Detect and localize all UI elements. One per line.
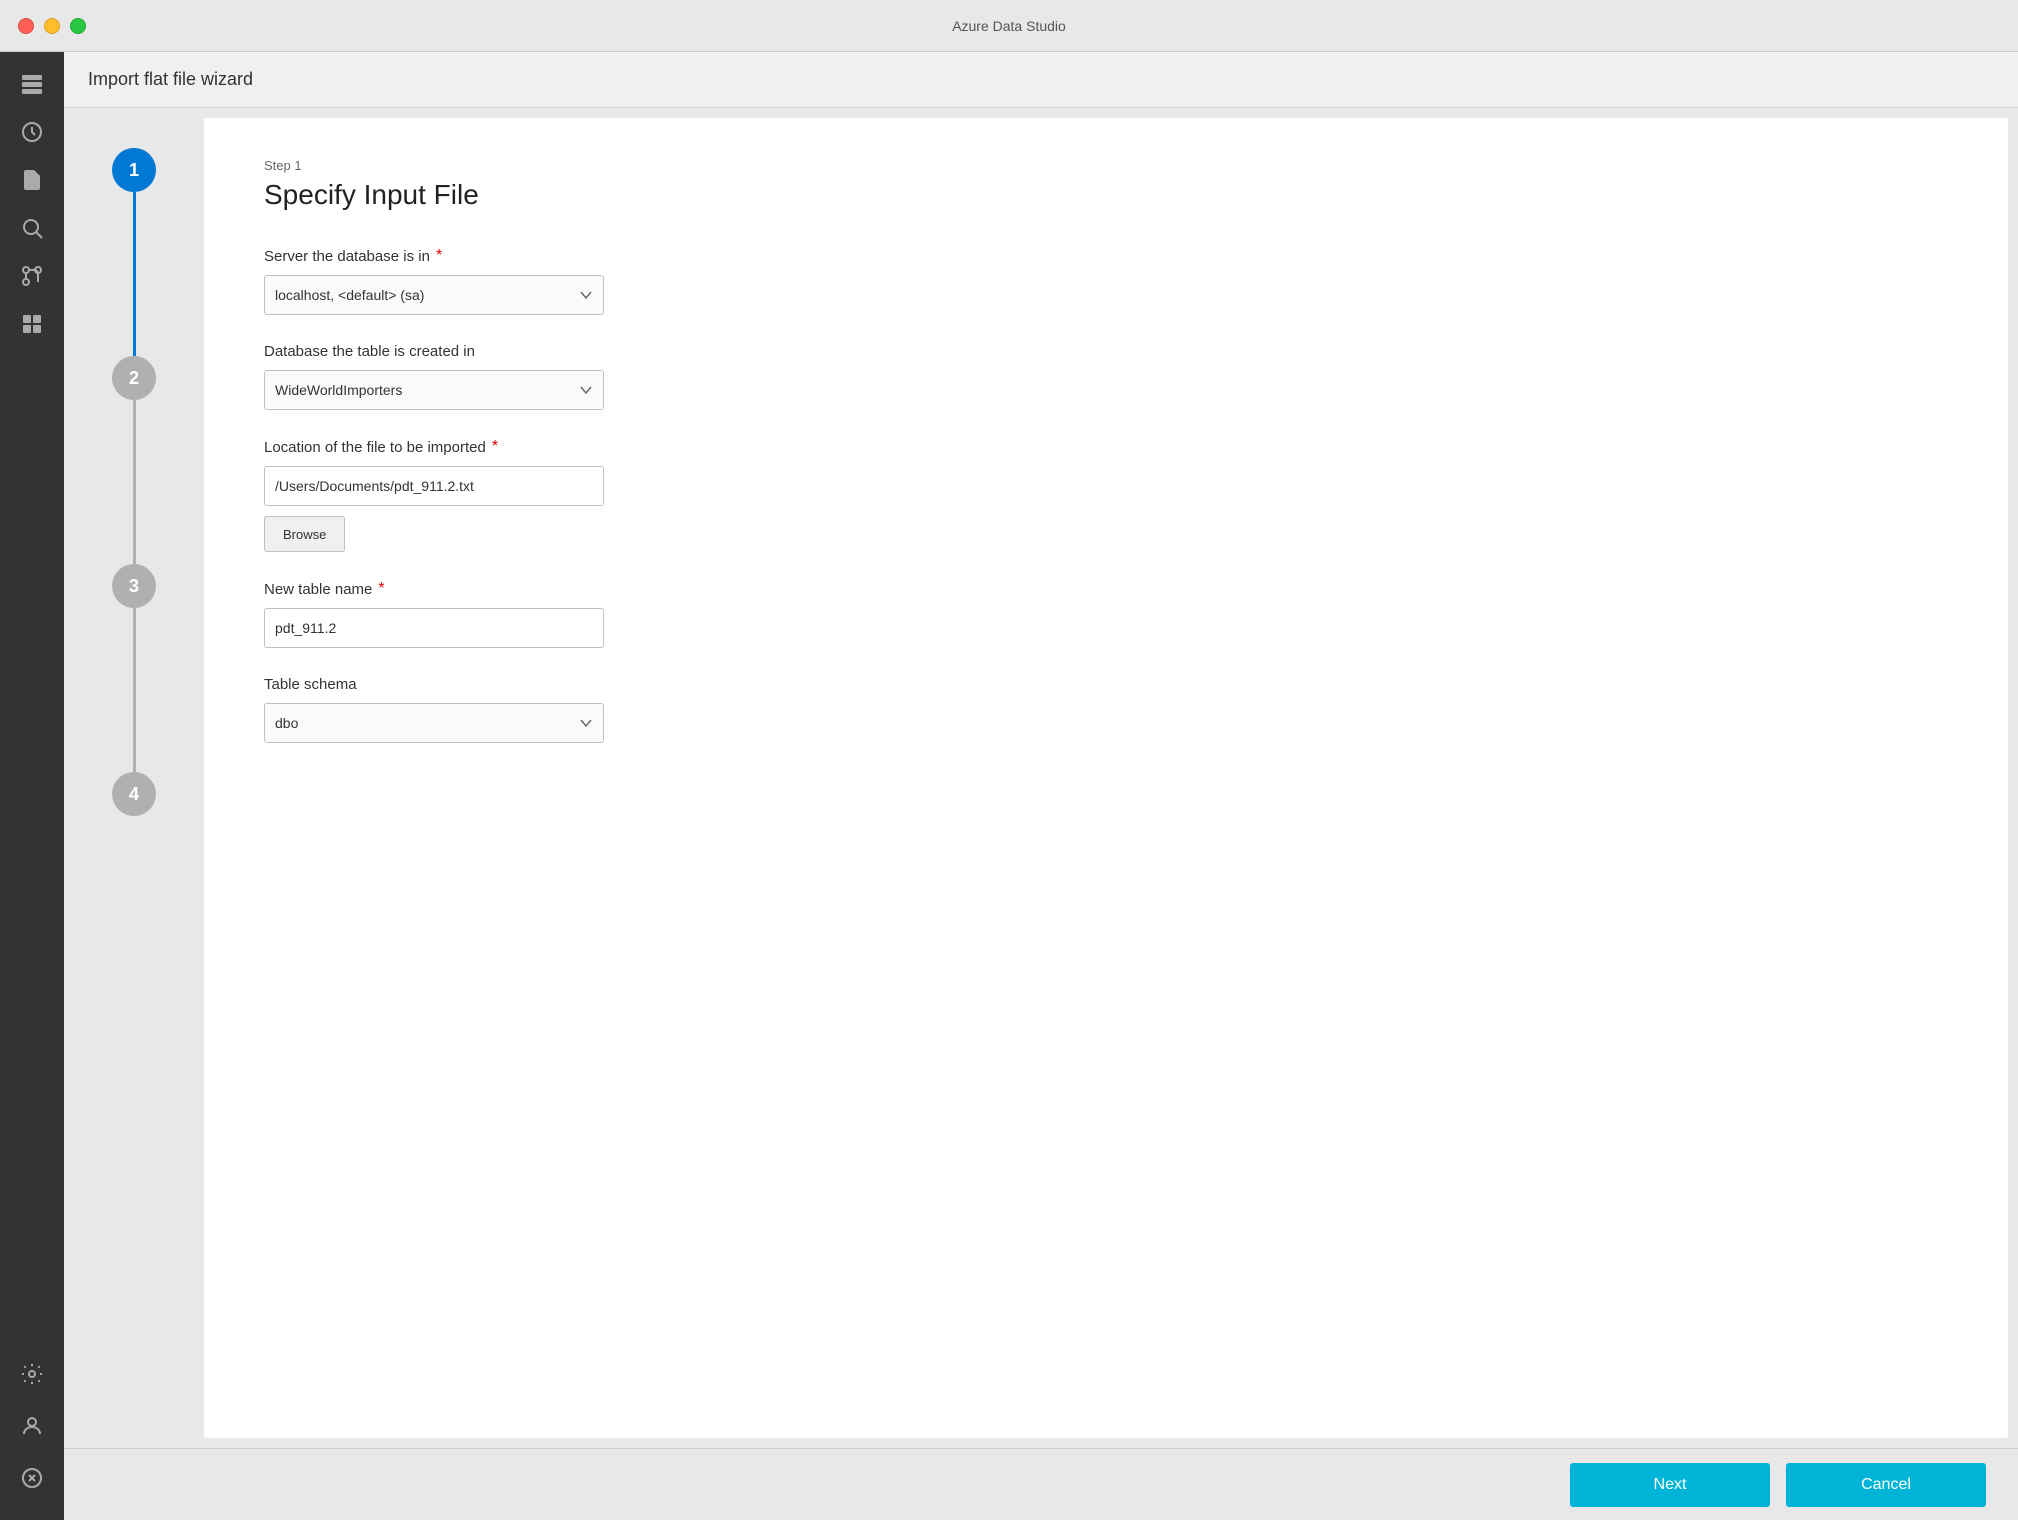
schema-field-group: Table schema dbo [264, 676, 1948, 743]
server-required-star: * [436, 247, 442, 265]
step-4-circle: 4 [112, 772, 156, 816]
server-field-group: Server the database is in * localhost, <… [264, 247, 1948, 315]
step-line-2-3 [133, 400, 136, 564]
window-controls[interactable] [18, 18, 86, 34]
step-title: Specify Input File [264, 179, 1948, 211]
app-container: Import flat file wizard 1 2 [0, 52, 2018, 1520]
file-location-label: Location of the file to be imported * [264, 438, 1948, 456]
sidebar-bottom [10, 1352, 54, 1520]
sidebar-icon-search[interactable] [10, 206, 54, 250]
next-button[interactable]: Next [1570, 1463, 1770, 1507]
file-location-field-group: Location of the file to be imported * Br… [264, 438, 1948, 552]
step-3-circle: 3 [112, 564, 156, 608]
sidebar [0, 52, 64, 1520]
cancel-button[interactable]: Cancel [1786, 1463, 1986, 1507]
maximize-button[interactable] [70, 18, 86, 34]
sidebar-icon-error[interactable] [10, 1456, 54, 1500]
step-2-circle: 2 [112, 356, 156, 400]
new-table-field-group: New table name * [264, 580, 1948, 648]
step-line-1-2 [133, 192, 136, 356]
database-label: Database the table is created in [264, 343, 1948, 360]
step-line-3-4 [133, 608, 136, 772]
sidebar-icon-history[interactable] [10, 110, 54, 154]
minimize-button[interactable] [44, 18, 60, 34]
file-location-input[interactable] [264, 466, 604, 506]
sidebar-icon-settings[interactable] [10, 1352, 54, 1396]
step-2: 2 [112, 356, 156, 564]
wizard-panel: Step 1 Specify Input File Server the dat… [204, 118, 2008, 1438]
server-select[interactable]: localhost, <default> (sa) [264, 275, 604, 315]
schema-label: Table schema [264, 676, 1948, 693]
app-title: Azure Data Studio [952, 18, 1066, 34]
step-3: 3 [112, 564, 156, 772]
new-table-label: New table name * [264, 580, 1948, 598]
file-location-required-star: * [492, 438, 498, 456]
sidebar-icon-server[interactable] [10, 62, 54, 106]
wizard-title: Import flat file wizard [88, 69, 253, 90]
close-button[interactable] [18, 18, 34, 34]
sidebar-icon-account[interactable] [10, 1404, 54, 1448]
new-table-input[interactable] [264, 608, 604, 648]
step-1-circle: 1 [112, 148, 156, 192]
step-1: 1 [112, 148, 156, 356]
main-area: Import flat file wizard 1 2 [64, 52, 2018, 1520]
sidebar-icon-git[interactable] [10, 254, 54, 298]
server-label: Server the database is in * [264, 247, 1948, 265]
schema-select[interactable]: dbo [264, 703, 604, 743]
new-table-required-star: * [378, 580, 384, 598]
stepper: 1 2 3 4 [64, 108, 204, 1448]
footer: Next Cancel [64, 1448, 2018, 1520]
title-bar: Azure Data Studio [0, 0, 2018, 52]
step-4: 4 [112, 772, 156, 816]
main-header: Import flat file wizard [64, 52, 2018, 108]
sidebar-icon-extensions[interactable] [10, 302, 54, 346]
browse-button[interactable]: Browse [264, 516, 345, 552]
step-label: Step 1 [264, 158, 1948, 173]
sidebar-icon-file[interactable] [10, 158, 54, 202]
database-field-group: Database the table is created in WideWor… [264, 343, 1948, 410]
database-select[interactable]: WideWorldImporters [264, 370, 604, 410]
content-area: 1 2 3 4 [64, 108, 2018, 1448]
